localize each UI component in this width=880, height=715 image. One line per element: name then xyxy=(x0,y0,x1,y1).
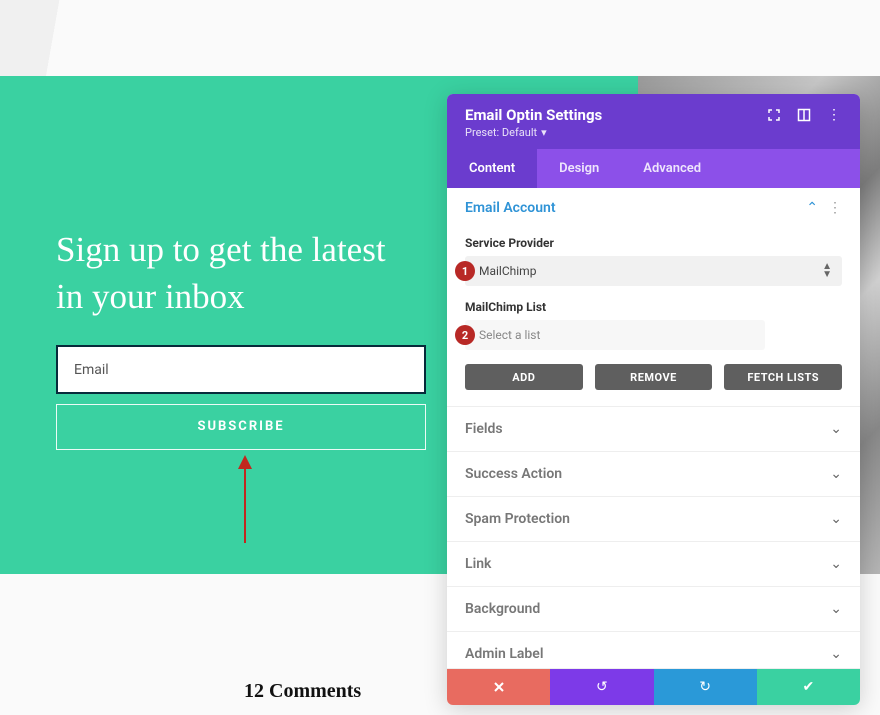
undo-icon: ↺ xyxy=(596,679,608,695)
section-more-icon[interactable]: ⋮ xyxy=(828,200,842,216)
section-spam-protection[interactable]: Spam Protection⌄ xyxy=(447,497,860,541)
section-fields[interactable]: Fields⌄ xyxy=(447,407,860,451)
fetch-lists-button[interactable]: FETCH LISTS xyxy=(724,364,842,390)
add-button[interactable]: ADD xyxy=(465,364,583,390)
hero-headline: Sign up to get the latest in your inbox xyxy=(56,226,416,321)
tab-advanced[interactable]: Advanced xyxy=(621,149,723,188)
remove-button[interactable]: REMOVE xyxy=(595,364,713,390)
check-icon: ✔ xyxy=(803,679,815,695)
preset-label: Preset: Default xyxy=(465,126,537,139)
chevron-up-icon: ⌃ xyxy=(806,200,818,216)
section-link[interactable]: Link⌄ xyxy=(447,542,860,586)
focus-icon[interactable] xyxy=(766,107,782,123)
panel-header: Email Optin Settings ⋮ Preset: Default ▾ xyxy=(447,94,860,149)
more-icon[interactable]: ⋮ xyxy=(826,107,842,123)
section-success-action[interactable]: Success Action⌄ xyxy=(447,452,860,496)
preset-dropdown[interactable]: Preset: Default ▾ xyxy=(465,126,842,139)
redo-icon: ↻ xyxy=(699,679,711,695)
service-provider-label: Service Provider xyxy=(465,236,842,250)
email-input[interactable]: Email xyxy=(56,345,426,394)
section-email-account: Email Account ⌃ ⋮ Service Provider 1 Mai… xyxy=(447,188,860,407)
service-provider-value: MailChimp xyxy=(479,264,536,278)
annotation-marker-1: 1 xyxy=(455,261,475,281)
section-background[interactable]: Background⌄ xyxy=(447,587,860,631)
collapsed-sections: Fields⌄ Success Action⌄ Spam Protection⌄… xyxy=(447,407,860,669)
redo-button[interactable]: ↻ xyxy=(654,669,757,705)
delete-button[interactable] xyxy=(447,669,550,705)
confirm-button[interactable]: ✔ xyxy=(757,669,860,705)
section-admin-label[interactable]: Admin Label⌄ xyxy=(447,632,860,668)
section-header-email-account[interactable]: Email Account ⌃ ⋮ xyxy=(447,188,860,228)
chevron-down-icon: ⌄ xyxy=(830,466,842,482)
sort-icon: ▲▼ xyxy=(822,263,832,279)
panel-tabs: Content Design Advanced xyxy=(447,149,860,188)
panel-footer: ↺ ↻ ✔ xyxy=(447,669,860,705)
undo-button[interactable]: ↺ xyxy=(550,669,653,705)
section-title: Email Account xyxy=(465,200,556,216)
caret-down-icon: ▾ xyxy=(541,126,547,139)
chevron-down-icon: ⌄ xyxy=(830,601,842,617)
column-icon[interactable] xyxy=(796,107,812,123)
service-provider-select[interactable]: MailChimp ▲▼ xyxy=(465,256,842,286)
chevron-down-icon: ⌄ xyxy=(830,421,842,437)
chevron-down-icon: ⌄ xyxy=(830,556,842,572)
tab-design[interactable]: Design xyxy=(537,149,621,188)
annotation-marker-2: 2 xyxy=(455,325,475,345)
list-placeholder: Select a list xyxy=(479,328,540,342)
list-select[interactable]: Select a list xyxy=(465,320,765,350)
subscribe-button[interactable]: SUBSCRIBE xyxy=(56,404,426,450)
comments-heading: 12 Comments xyxy=(244,680,361,703)
chevron-down-icon: ⌄ xyxy=(830,646,842,662)
tab-content[interactable]: Content xyxy=(447,149,537,188)
chevron-down-icon: ⌄ xyxy=(830,511,842,527)
panel-title: Email Optin Settings xyxy=(465,106,602,124)
list-label: MailChimp List xyxy=(465,300,842,314)
settings-panel: Email Optin Settings ⋮ Preset: Default ▾ xyxy=(447,94,860,705)
